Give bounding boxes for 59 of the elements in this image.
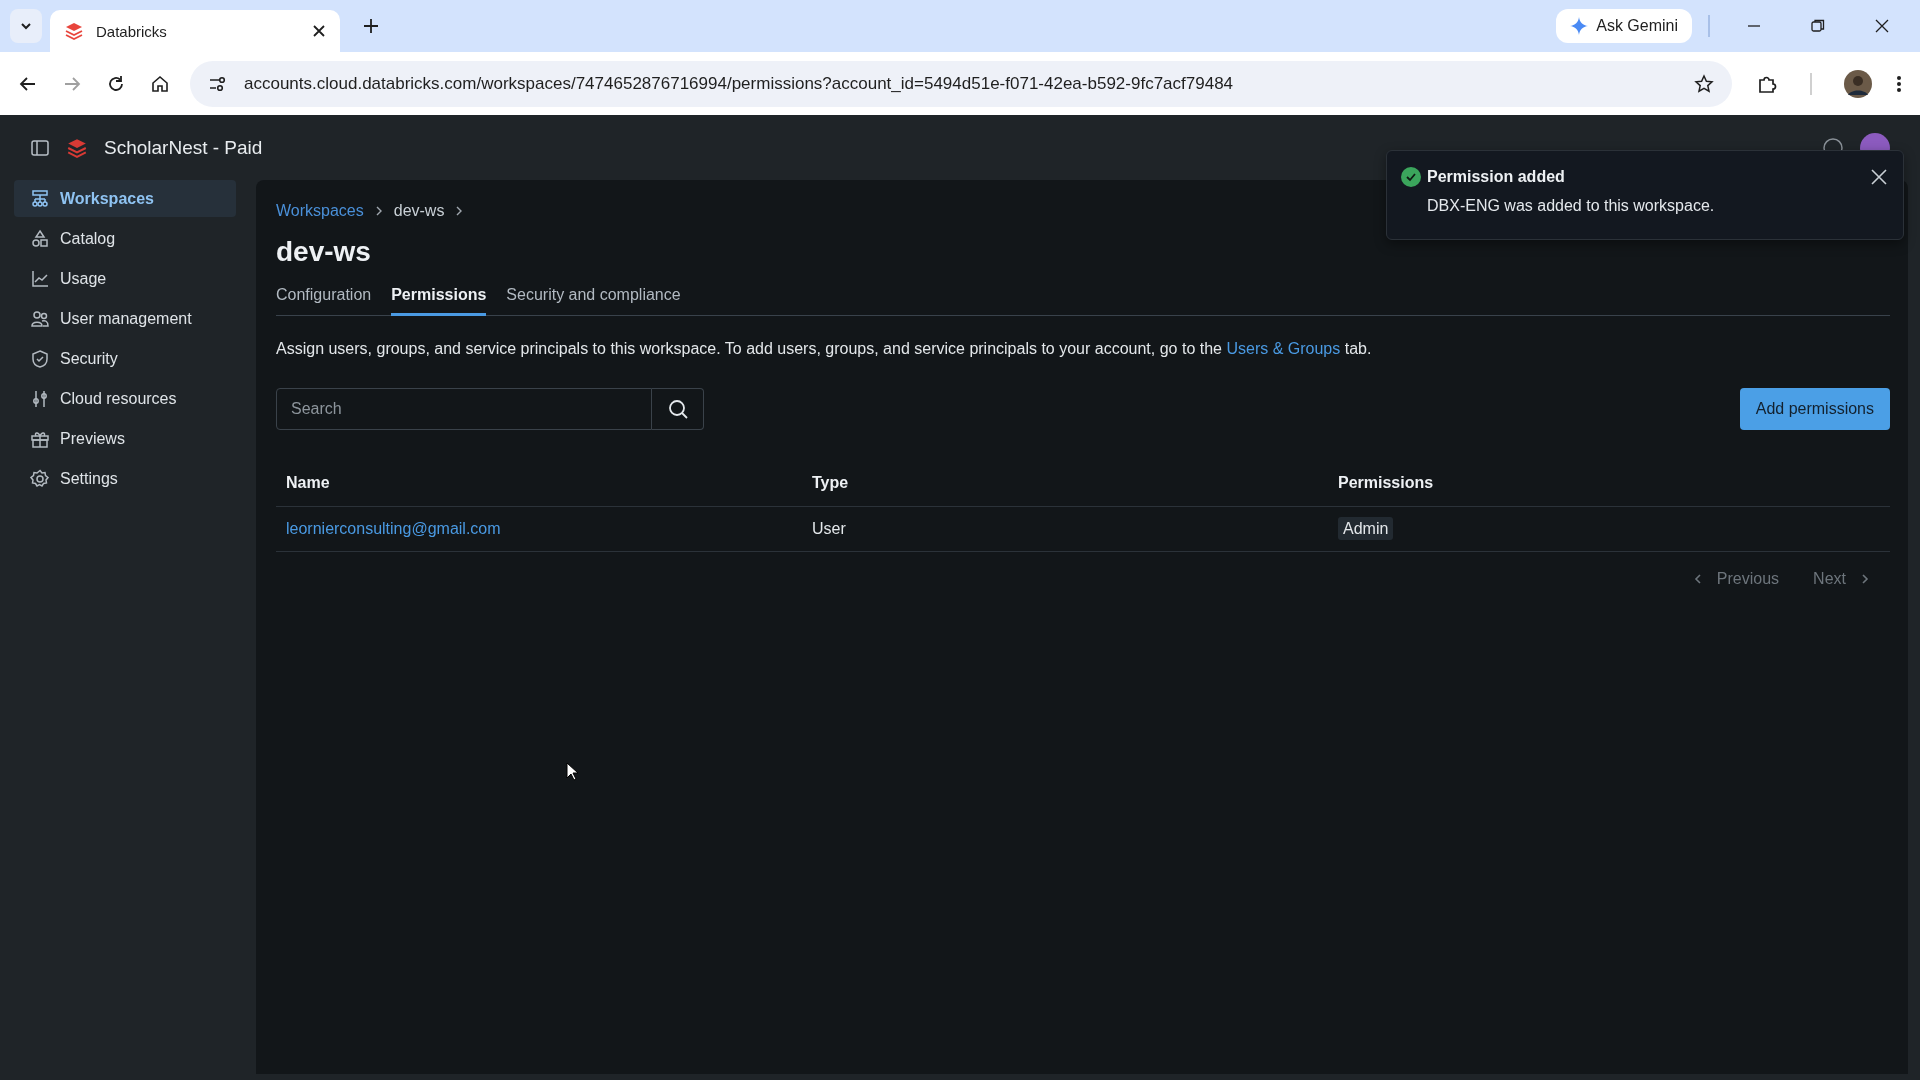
close-icon[interactable] — [1874, 18, 1890, 34]
search-field[interactable]: Search — [276, 388, 652, 430]
ask-gemini-button[interactable]: Ask Gemini — [1556, 9, 1692, 43]
tab[interactable]: Security and compliance — [506, 280, 681, 316]
sidebar-item[interactable]: Usage — [14, 260, 236, 297]
search-button[interactable] — [652, 388, 704, 430]
chart-icon — [30, 268, 50, 289]
close-icon[interactable] — [312, 24, 326, 38]
new-tab-icon[interactable] — [362, 17, 380, 35]
browser-tab[interactable]: Databricks — [50, 10, 340, 52]
home-icon[interactable] — [150, 73, 170, 94]
toast-title: Permission added — [1427, 168, 1565, 186]
column-header: Permissions — [1338, 474, 1435, 492]
profile-avatar[interactable] — [1844, 69, 1872, 98]
sparkle-icon — [1570, 17, 1589, 35]
shapes-icon — [30, 228, 50, 249]
sidebar-item[interactable]: User management — [14, 300, 236, 337]
restore-icon[interactable] — [1810, 18, 1826, 34]
mouse-cursor-icon — [566, 762, 580, 782]
sidebar-item[interactable]: Workspaces — [14, 180, 236, 217]
shield-icon — [30, 348, 50, 369]
users-groups-link[interactable]: Users & Groups — [1226, 340, 1341, 357]
bookmark-star-icon[interactable] — [1694, 73, 1714, 94]
permission-tag: Admin — [1338, 517, 1394, 540]
column-header: Type — [812, 474, 850, 492]
column-header: Name — [286, 474, 331, 492]
success-check-icon — [1401, 167, 1421, 187]
tab[interactable]: Permissions — [391, 280, 487, 316]
sidebar-item[interactable]: Settings — [14, 460, 236, 497]
tab-title: Databricks — [96, 22, 168, 40]
layers-icon — [64, 21, 84, 41]
description-text: Assign users, groups, and service principals to this workspace. To add users, groups, and service principals to your account, go to the Users & Groups tab. — [276, 340, 1373, 358]
users-icon — [30, 308, 50, 329]
sliders-icon — [30, 388, 50, 409]
sidebar-item[interactable]: Previews — [14, 420, 236, 457]
breadcrumb-item: dev-ws — [393, 202, 445, 220]
sidebar-item[interactable]: Catalog — [14, 220, 236, 257]
chevron-right-icon — [1860, 573, 1870, 585]
settings-icon — [30, 468, 50, 489]
table-cell: User — [812, 520, 846, 537]
reload-icon[interactable] — [106, 73, 126, 94]
toast-message: DBX-ENG was added to this workspace. — [1426, 197, 1716, 215]
breadcrumb-link[interactable]: Workspaces — [276, 202, 364, 220]
sidebar-item[interactable]: Cloud resources — [14, 380, 236, 417]
user-email-link[interactable]: leornierconsulting@gmail.com — [286, 520, 501, 537]
more-icon[interactable] — [1896, 73, 1902, 94]
tab[interactable]: Configuration — [276, 280, 372, 316]
add-permissions-button[interactable]: Add permissions — [1739, 388, 1890, 430]
tab-list-button[interactable] — [10, 9, 42, 43]
page-title: dev-ws — [276, 235, 372, 269]
sidebar-item[interactable]: Security — [14, 340, 236, 377]
account-name: ScholarNest - Paid — [104, 136, 263, 159]
url-text: accounts.cloud.databricks.com/workspaces/7474652876716994/permissions?account_id=5494d51e-f071-42ea-b592-9fc7acf79484 — [244, 73, 1234, 94]
chevron-left-icon — [1692, 573, 1703, 585]
network-icon — [30, 188, 50, 209]
address-bar[interactable]: accounts.cloud.databricks.com/workspaces/7474652876716994/permissions?account_id=5494d51e-f071-42ea-b592-9fc7acf79484 — [190, 60, 1732, 107]
layers-icon — [66, 136, 88, 159]
sidebar-toggle-icon[interactable] — [30, 137, 50, 158]
search-icon — [666, 398, 689, 420]
